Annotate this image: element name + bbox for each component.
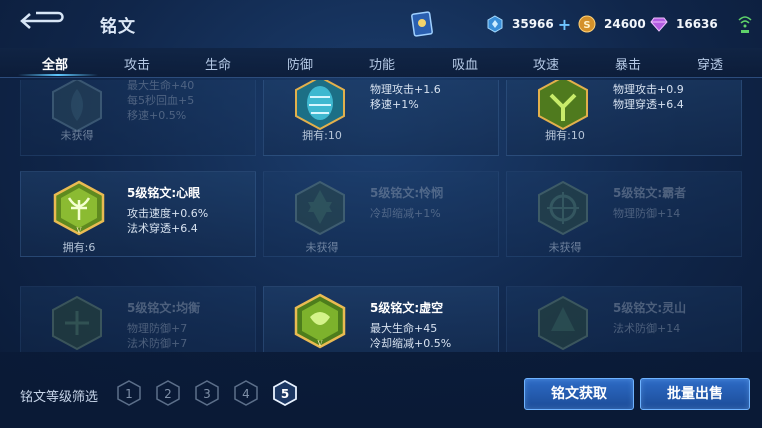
diamond-coin-icon	[487, 15, 503, 33]
stat-line: 物理攻击+0.9	[613, 83, 684, 96]
top-bar: 铭文 35966 + S 24600 16636	[0, 0, 762, 48]
owned-count: 拥有:10	[302, 129, 342, 142]
inscription-name: 5级铭文:心眼	[127, 186, 201, 200]
owned-count: 拥有:10	[545, 129, 585, 142]
stat-line: 物理防御+14	[613, 207, 681, 220]
inscription-gem-icon	[52, 80, 102, 133]
page-title: 铭文	[100, 17, 136, 37]
inscription-card[interactable]: V 5级铭文:心眼 攻击速度+0.6% 法术穿透+6.4 拥有:6	[20, 171, 256, 257]
inscription-name: 5级铭文:霸者	[613, 186, 687, 200]
add-diamond-button[interactable]: +	[558, 15, 571, 34]
owned-count: 未获得	[305, 241, 339, 254]
stat-line: 法术防御+14	[613, 322, 681, 335]
stat-line: 冷却缩减+1%	[370, 207, 441, 220]
get-inscription-button[interactable]: 铭文获取	[524, 378, 634, 410]
svg-text:S: S	[583, 20, 590, 31]
bottom-bar: 铭文等级筛选 1 2 3 4 5 铭文获取 批量出售	[0, 352, 762, 428]
inscription-gem-icon	[295, 180, 345, 236]
diamond-currency[interactable]: 35966 +	[486, 13, 571, 35]
inscription-gem-icon	[538, 80, 588, 131]
stat-line: 物理攻击+1.6	[370, 83, 441, 96]
inscription-gem-icon: V	[294, 293, 346, 349]
tab-defense[interactable]: 防御	[287, 54, 313, 73]
active-tab-indicator	[18, 74, 98, 76]
level-number: 2	[164, 387, 172, 401]
inscription-name: 5级铭文:均衡	[127, 301, 201, 315]
tab-critical[interactable]: 暴击	[615, 54, 641, 73]
gold-currency: S 24600	[578, 13, 646, 35]
inscription-gem-icon	[538, 180, 588, 236]
batch-sell-button[interactable]: 批量出售	[640, 378, 750, 410]
level-filter-label: 铭文等级筛选	[20, 390, 99, 405]
level-filter-3[interactable]: 3	[194, 380, 220, 406]
level-filter-2[interactable]: 2	[155, 380, 181, 406]
tab-health[interactable]: 生命	[205, 54, 231, 73]
wifi-signal-icon	[738, 16, 752, 33]
inscription-name: 5级铭文:灵山	[613, 301, 687, 315]
level-number: 1	[125, 387, 133, 401]
stat-line: 移速+1%	[370, 98, 419, 111]
stat-line: 法术防御+7	[127, 337, 188, 350]
level-number: 5	[281, 387, 289, 401]
stat-line: 物理穿透+6.4	[613, 98, 684, 111]
hexagon-level-icon: 5	[273, 379, 297, 407]
stat-line: 冷却缩减+0.5%	[370, 337, 452, 350]
inscription-card[interactable]: 5级铭文:均衡 物理防御+7 法术防御+7	[20, 286, 256, 352]
category-tabs: 全部 攻击 生命 防御 功能 吸血 攻速 暴击 穿透	[0, 48, 762, 78]
inscription-card-icon[interactable]	[410, 10, 434, 38]
level-filter-1[interactable]: 1	[116, 380, 142, 406]
tab-penetration[interactable]: 穿透	[697, 54, 723, 73]
gold-amount: 24600	[604, 17, 646, 31]
inscription-gem-icon: V	[53, 180, 105, 236]
stat-line: 移速+0.5%	[127, 109, 187, 122]
gold-coin-icon: S	[578, 15, 596, 33]
gem-currency: 16636	[650, 13, 718, 35]
level-number: 4	[242, 387, 250, 401]
diamond-amount: 35966	[512, 17, 554, 31]
inscription-gem-icon	[538, 295, 588, 351]
tab-lifesteal[interactable]: 吸血	[452, 54, 478, 73]
inscription-grid: 最大生命+40 每5秒回血+5 移速+0.5% 未获得 物理攻击+1.6 移速+…	[0, 80, 762, 352]
gem-amount: 16636	[676, 17, 718, 31]
back-arrow-icon[interactable]	[20, 10, 66, 32]
stat-line: 法术穿透+6.4	[127, 222, 198, 235]
stat-line: 最大生命+45	[370, 322, 438, 335]
stat-line: 物理防御+7	[127, 322, 188, 335]
inscription-name: 5级铭文:虚空	[370, 301, 444, 315]
hexagon-level-icon: 4	[234, 380, 258, 406]
owned-count: 未获得	[60, 129, 94, 142]
inscription-gem-icon	[295, 80, 345, 131]
inscription-card[interactable]: 物理攻击+0.9 物理穿透+6.4 拥有:10	[506, 80, 742, 156]
inscription-card[interactable]: V 5级铭文:虚空 最大生命+45 冷却缩减+0.5%	[263, 286, 499, 352]
svg-text:V: V	[75, 227, 82, 235]
owned-count: 拥有:6	[62, 241, 96, 254]
purple-gem-icon	[650, 17, 668, 32]
hexagon-level-icon: 2	[156, 380, 180, 406]
tab-attack-speed[interactable]: 攻速	[533, 54, 559, 73]
level-number: 3	[203, 387, 211, 401]
inscription-gem-icon	[52, 295, 102, 351]
owned-count: 未获得	[548, 241, 582, 254]
hexagon-level-icon: 3	[195, 380, 219, 406]
inscription-card[interactable]: 最大生命+40 每5秒回血+5 移速+0.5% 未获得	[20, 80, 256, 156]
inscription-card[interactable]: 5级铭文:霸者 物理防御+14 未获得	[506, 171, 742, 257]
tab-all[interactable]: 全部	[42, 54, 68, 73]
tab-utility[interactable]: 功能	[369, 54, 395, 73]
inscription-card[interactable]: 5级铭文:怜悯 冷却缩减+1% 未获得	[263, 171, 499, 257]
inscription-card[interactable]: 5级铭文:灵山 法术防御+14	[506, 286, 742, 352]
level-filter-5[interactable]: 5	[272, 379, 298, 407]
stat-line: 攻击速度+0.6%	[127, 207, 209, 220]
stat-line: 每5秒回血+5	[127, 94, 195, 107]
svg-text:V: V	[316, 340, 323, 348]
tab-attack[interactable]: 攻击	[124, 54, 150, 73]
level-filter-4[interactable]: 4	[233, 380, 259, 406]
hexagon-level-icon: 1	[117, 380, 141, 406]
inscription-card[interactable]: 物理攻击+1.6 移速+1% 拥有:10	[263, 80, 499, 156]
inscription-name: 5级铭文:怜悯	[370, 186, 444, 200]
